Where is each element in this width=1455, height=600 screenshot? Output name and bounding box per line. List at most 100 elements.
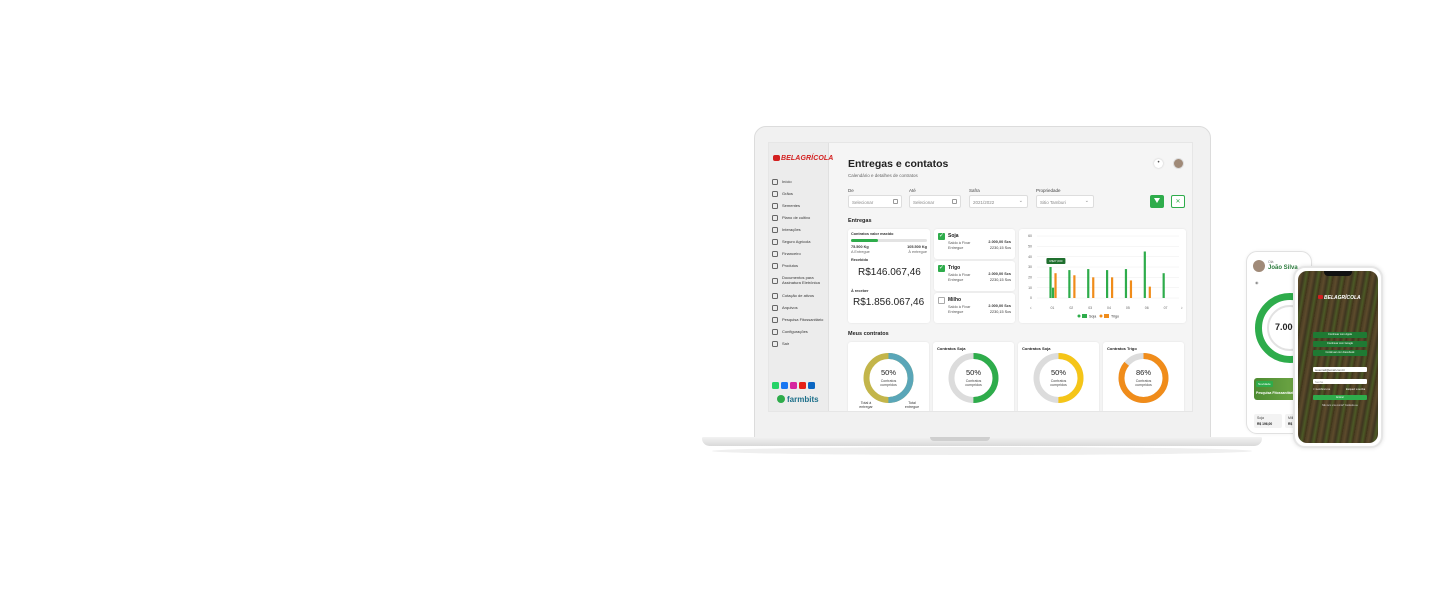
bar-soja[interactable] — [1106, 270, 1109, 298]
x-tick-label: 07 — [1164, 306, 1168, 310]
sidebar-item[interactable]: Início — [772, 176, 828, 188]
phone-mini-card[interactable]: Soja R$ 196,00 — [1254, 414, 1282, 428]
deliveries-chart: 60 50 40 30 20 10 0 01 02 03 04 05 06 07 ‹ › R$27,000 Soj… — [1028, 234, 1183, 318]
filter-prop-select[interactable]: Sitio Tamburi ⌄ — [1036, 195, 1094, 208]
contract-card[interactable]: Contratos Soja 50% Contratos cumpridos — [933, 342, 1014, 411]
linkedin-icon[interactable] — [808, 382, 815, 389]
crop-checkbox[interactable]: ✓ — [938, 265, 945, 272]
bar-trigo[interactable] — [1054, 273, 1057, 298]
crop-checkbox[interactable] — [938, 297, 945, 304]
sidebar-item[interactable]: Sementes — [772, 200, 828, 212]
chart-tooltip-text: R$27,000 — [1049, 259, 1062, 263]
sidebar-item[interactable]: Configurações — [772, 326, 828, 338]
contract-card[interactable]: Contratos Trigo 86% Contratos cumpridos — [1103, 342, 1184, 411]
sidebar-item[interactable]: Pesquisa Fitossanitário — [772, 314, 828, 326]
chart-next-icon[interactable]: › — [1181, 306, 1183, 312]
crop-card[interactable]: ✓ Soja Saldo à Fixar Entregue 2.000,00 Scs 22… — [934, 229, 1015, 259]
contract-progress-bar — [1018, 412, 1059, 413]
filter-ate-input[interactable]: Selecionar — [909, 195, 961, 208]
apply-filter-button[interactable] — [1150, 195, 1164, 208]
logout-icon — [772, 341, 778, 347]
youtube-icon[interactable] — [799, 382, 806, 389]
sidebar-item-label: Documentos para Assinatura Eletrônica — [782, 275, 820, 285]
bar-soja[interactable] — [1143, 251, 1146, 299]
bar-trigo[interactable] — [1092, 277, 1095, 298]
sidebar-item[interactable]: Produtos — [772, 260, 828, 272]
bar-soja[interactable] — [1051, 287, 1055, 298]
sidebar-item[interactable]: Interações — [772, 224, 828, 236]
sidebar-item-label: Financeiro — [782, 250, 801, 256]
legend-dot — [1099, 314, 1103, 318]
bar-soja[interactable] — [1124, 269, 1128, 298]
bar-soja[interactable] — [1162, 273, 1165, 298]
brand-mark-icon — [773, 155, 780, 161]
social-login-button[interactable]: Continuar com Google — [1313, 341, 1367, 347]
bar-trigo[interactable] — [1073, 275, 1076, 298]
remember-checkbox[interactable]: ☐ Lembrar-me — [1313, 388, 1330, 391]
contract-card[interactable]: Contratos Soja 50% Contratos cumpridos — [1018, 342, 1099, 413]
bar-soja[interactable] — [1087, 269, 1090, 298]
contract-label: Contratos cumpridos — [1050, 379, 1067, 388]
sidebar-item[interactable]: Arquivos — [772, 302, 828, 314]
bar-soja[interactable] — [1068, 270, 1071, 298]
phone-user-name: João Silva — [1268, 265, 1298, 271]
contract-label: Contratos cumpridos — [965, 379, 982, 388]
sidebar-item[interactable]: Cotação de ativos — [772, 290, 828, 302]
filter-safra-select[interactable]: 2021/2022 ⌄ — [969, 195, 1028, 208]
signup-link[interactable]: Não tem uma conta? Cadastre-se — [1313, 404, 1367, 407]
notification-bell-icon[interactable]: • — [1154, 159, 1163, 168]
login-button[interactable]: Entrar — [1313, 395, 1367, 400]
search-icon — [772, 317, 778, 323]
crop-card[interactable]: ✓ Trigo Saldo à Fixar Entregue 2.000,00 Scs 2… — [934, 261, 1015, 291]
contract-percent: 86% — [1135, 368, 1151, 377]
y-tick-label: 10 — [1028, 286, 1032, 290]
bar-trigo[interactable] — [1111, 277, 1114, 298]
sidebar-item[interactable]: Sair — [772, 338, 828, 350]
bar-trigo[interactable] — [1148, 286, 1151, 298]
forgot-password-link[interactable]: Esqueci a senha — [1346, 388, 1365, 391]
sidebar-nav: Início Grãos Sementes Plano de cultivo Inter… — [772, 176, 828, 350]
avatar[interactable] — [1173, 158, 1184, 169]
farmbits-logo: farmbits — [777, 395, 819, 404]
chart-prev-icon[interactable]: ‹ — [1030, 306, 1032, 312]
crop-entregue-label: Entregue — [948, 246, 964, 250]
contracts-label: Contratos valor maxido — [851, 232, 894, 236]
sidebar-item[interactable]: Seguro Agrícola — [772, 236, 828, 248]
document-icon — [772, 278, 778, 284]
clear-filter-button[interactable]: ✕ — [1171, 195, 1185, 208]
sidebar-item-label: Plano de cultivo — [782, 214, 811, 220]
crop-card[interactable]: Milho Saldo à Fixar Entregue 2.000,00 Scs 22… — [934, 293, 1015, 323]
gear-icon — [772, 329, 778, 335]
contract-donut — [1033, 353, 1084, 403]
home-icon — [772, 179, 778, 185]
filter-de-input[interactable]: Selecionar — [848, 195, 902, 208]
social-login-button[interactable]: Continuar com Facebook — [1313, 350, 1367, 356]
y-tick-label: 40 — [1028, 255, 1032, 259]
phone-mini-label: Soja — [1257, 416, 1265, 420]
recebido-label: Recebido — [851, 258, 869, 262]
bar-trigo[interactable] — [1129, 280, 1133, 298]
password-field[interactable]: Senha — [1313, 379, 1367, 384]
email-field[interactable]: seuemail@email.com.br — [1313, 367, 1367, 372]
brand-logo[interactable]: BELAGRÍCOLA — [773, 155, 833, 162]
crop-checkbox[interactable]: ✓ — [938, 233, 945, 240]
contract-card[interactable]: 50% Contratos cumpridos Total à entregar To… — [848, 342, 929, 411]
bar-soja[interactable] — [1049, 267, 1052, 298]
social-login-button[interactable]: Continuar com Apple — [1313, 332, 1367, 338]
sidebar-item[interactable]: Documentos para Assinatura Eletrônica — [772, 272, 828, 290]
phone-mini-value: R$ 196,00 — [1257, 422, 1273, 426]
filter-safra-label: Safra — [969, 188, 980, 193]
chevron-down-icon: ⌄ — [1084, 198, 1089, 204]
sidebar-item[interactable]: Grãos — [772, 188, 828, 200]
filter-de-label: De — [848, 188, 854, 193]
x-tick-label: 03 — [1088, 306, 1092, 310]
sidebar-item[interactable]: Plano de cultivo — [772, 212, 828, 224]
sidebar-item[interactable]: Financeiro — [772, 248, 828, 260]
phone-avatar[interactable] — [1253, 260, 1265, 272]
phone-eye-icon[interactable]: ◉ — [1255, 280, 1259, 285]
whatsapp-icon[interactable] — [772, 382, 779, 389]
instagram-icon[interactable] — [790, 382, 797, 389]
facebook-icon[interactable] — [781, 382, 788, 389]
delivered-label: A Entregue — [851, 250, 870, 254]
sidebar: BELAGRÍCOLA Início Grãos Sementes Plano de … — [769, 143, 833, 411]
